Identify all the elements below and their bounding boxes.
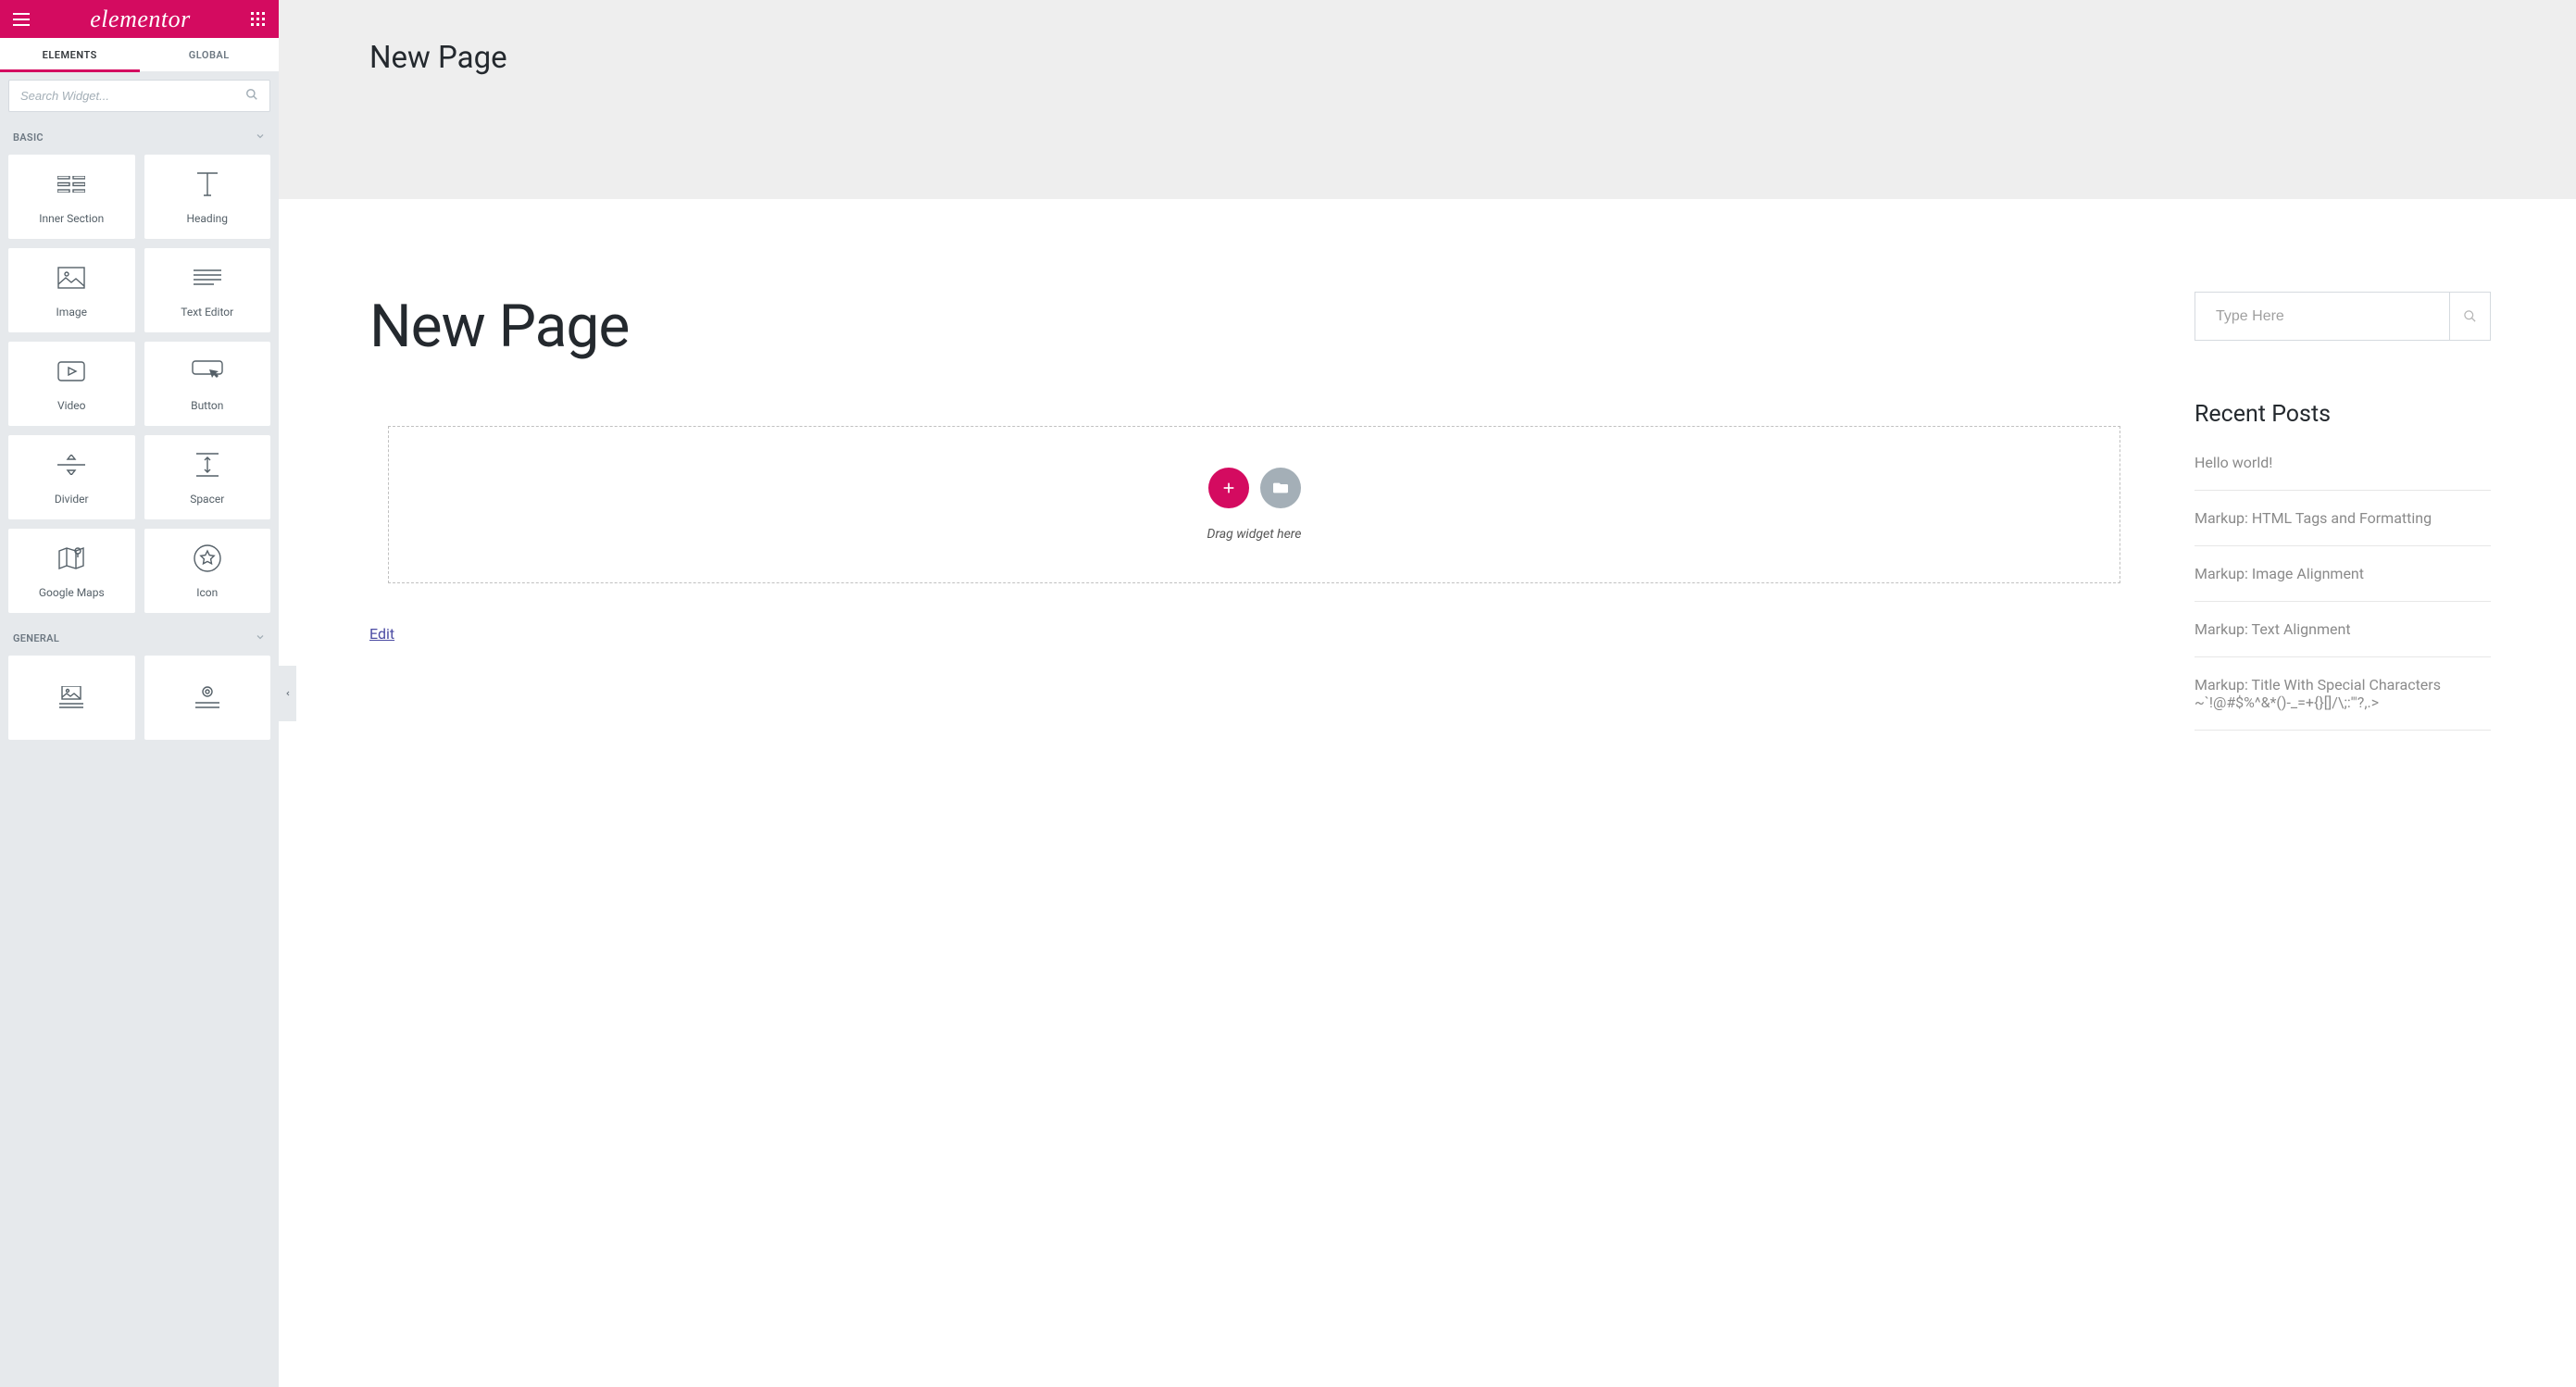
divider-icon	[57, 450, 85, 480]
widget-label: Button	[191, 399, 223, 412]
search-icon[interactable]	[245, 87, 258, 105]
page-sidebar: Recent Posts Hello world! Markup: HTML T…	[2195, 292, 2491, 731]
elementor-logo: elementor	[90, 6, 190, 33]
banner-title: New Page	[369, 40, 2576, 76]
image-icon	[57, 263, 85, 293]
page-main-column: New Page Drag widget here Edit	[369, 292, 2139, 731]
widget-inner-section[interactable]: Inner Section	[8, 155, 135, 239]
widget-label: Text Editor	[181, 306, 233, 319]
add-section-button[interactable]	[1208, 468, 1249, 508]
category-basic-header[interactable]: BASIC	[0, 120, 279, 155]
list-item[interactable]: Markup: HTML Tags and Formatting	[2195, 491, 2491, 546]
widget-label: Video	[57, 399, 86, 412]
widget-label: Icon	[196, 586, 218, 599]
button-icon	[192, 356, 223, 386]
category-basic-label: BASIC	[13, 131, 44, 144]
page-banner: New Page	[279, 0, 2576, 199]
basic-widgets-grid: Inner Section Heading Image Text Editor	[0, 155, 279, 621]
widget-video[interactable]: Video	[8, 342, 135, 426]
list-item[interactable]: Markup: Title With Special Characters ~`…	[2195, 657, 2491, 731]
list-item[interactable]: Markup: Image Alignment	[2195, 546, 2491, 602]
widget-image[interactable]: Image	[8, 248, 135, 332]
widget-text-editor[interactable]: Text Editor	[144, 248, 271, 332]
site-search-button[interactable]	[2449, 293, 2490, 340]
widget-dropzone[interactable]: Drag widget here	[388, 426, 2120, 583]
widget-label: Inner Section	[39, 212, 104, 225]
page-content-wrap: New Page Drag widget here Edit	[279, 199, 2576, 731]
image-box-icon	[57, 683, 85, 713]
apps-icon[interactable]	[251, 12, 266, 27]
site-search	[2195, 292, 2491, 341]
template-library-button[interactable]	[1260, 468, 1301, 508]
widget-icon[interactable]: Icon	[144, 529, 271, 613]
tab-global[interactable]: GLOBAL	[140, 38, 280, 71]
icon-box-icon	[194, 683, 221, 713]
list-item[interactable]: Hello world!	[2195, 454, 2491, 491]
google-maps-icon	[57, 544, 85, 573]
text-editor-icon	[194, 263, 221, 293]
widget-button[interactable]: Button	[144, 342, 271, 426]
chevron-down-icon	[255, 131, 266, 144]
dropzone-hint: Drag widget here	[1207, 527, 1302, 542]
widgets-scroll[interactable]: BASIC Inner Section Heading	[0, 120, 279, 1387]
widget-divider[interactable]: Divider	[8, 435, 135, 519]
widget-search-row	[0, 71, 279, 120]
icon-widget-icon	[194, 544, 221, 573]
widget-spacer[interactable]: Spacer	[144, 435, 271, 519]
widget-label: Google Maps	[39, 586, 105, 599]
sidebar-header: elementor	[0, 0, 279, 38]
edit-link[interactable]: Edit	[369, 625, 394, 643]
list-item[interactable]: Markup: Text Alignment	[2195, 602, 2491, 657]
spacer-icon	[194, 450, 221, 480]
elementor-sidebar: elementor ELEMENTS GLOBAL BASIC	[0, 0, 279, 1387]
widget-label: Divider	[55, 493, 89, 506]
recent-posts-heading: Recent Posts	[2195, 401, 2491, 428]
canvas-preview[interactable]: New Page New Page Drag widget here Edit	[279, 0, 2576, 1387]
page-title: New Page	[369, 292, 2139, 361]
tab-elements[interactable]: ELEMENTS	[0, 38, 140, 71]
video-icon	[57, 356, 85, 386]
category-general-header[interactable]: GENERAL	[0, 621, 279, 656]
widget-google-maps[interactable]: Google Maps	[8, 529, 135, 613]
widget-heading[interactable]: Heading	[144, 155, 271, 239]
collapse-panel-button[interactable]	[279, 666, 296, 721]
widget-general-2[interactable]	[144, 656, 271, 740]
widget-label: Heading	[186, 212, 228, 225]
dropzone-buttons	[1208, 468, 1301, 508]
general-widgets-grid	[0, 656, 279, 748]
heading-icon	[194, 169, 221, 199]
chevron-down-icon	[255, 631, 266, 645]
site-search-input[interactable]	[2195, 308, 2449, 325]
category-general-label: GENERAL	[13, 632, 59, 644]
search-input[interactable]	[20, 89, 245, 103]
widget-label: Image	[56, 306, 87, 319]
menu-icon[interactable]	[13, 13, 30, 26]
panel-tabs: ELEMENTS GLOBAL	[0, 38, 279, 71]
recent-posts-list: Hello world! Markup: HTML Tags and Forma…	[2195, 454, 2491, 731]
inner-section-icon	[57, 169, 85, 199]
widget-general-1[interactable]	[8, 656, 135, 740]
widget-label: Spacer	[190, 493, 224, 506]
widget-search	[8, 80, 270, 112]
